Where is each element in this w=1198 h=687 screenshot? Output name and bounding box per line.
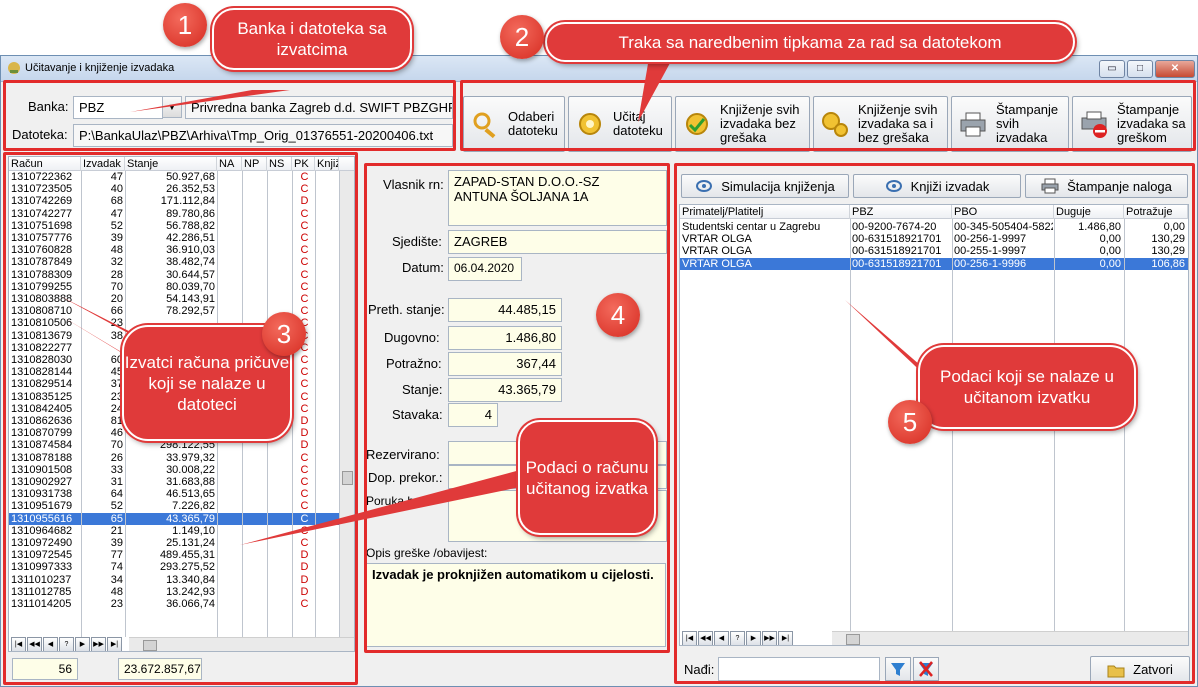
- annotation-callout-4: Podaci o računu učitanog izvatka: [518, 420, 656, 535]
- annotation-callout-2: Traka sa naredbenim tipkama za rad sa da…: [545, 22, 1075, 62]
- annotation-number-4: 4: [596, 293, 640, 337]
- annotation-callout-5: Podaci koji se nalaze u učitanom izvatku: [918, 345, 1136, 429]
- annotation-number-5: 5: [888, 400, 932, 444]
- annotation-number-3: 3: [262, 312, 306, 356]
- annotation-number-2: 2: [500, 15, 544, 59]
- annotation-number-1: 1: [163, 3, 207, 47]
- annotation-callout-1: Banka i datoteka sa izvatcima: [212, 8, 412, 70]
